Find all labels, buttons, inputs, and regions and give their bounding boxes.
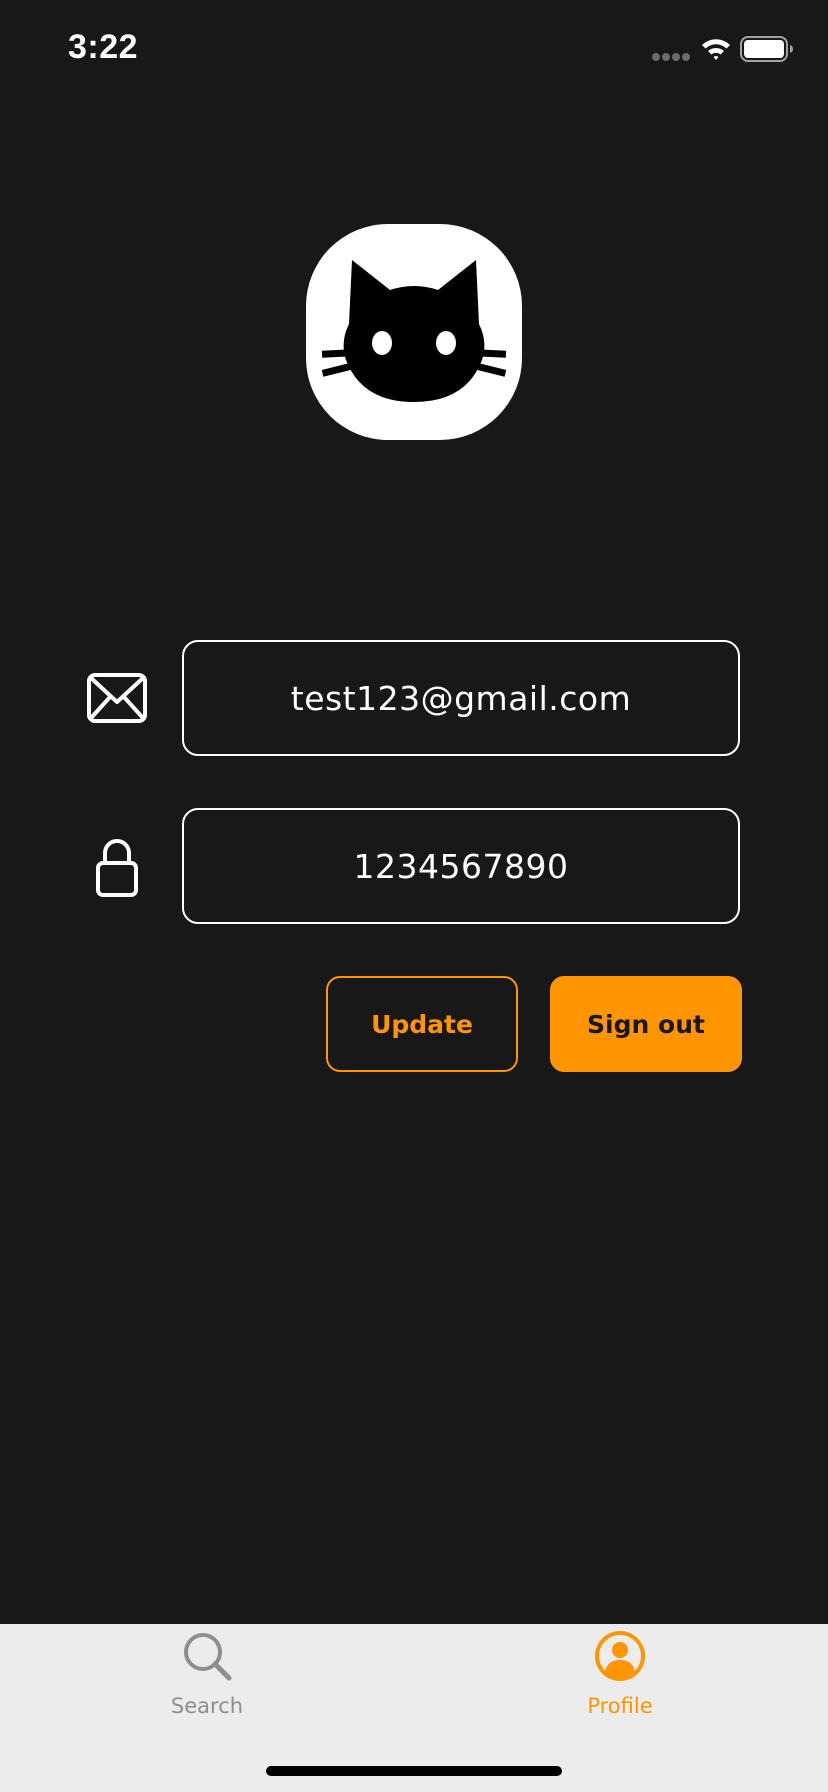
tab-search-label: Search <box>170 1694 244 1718</box>
password-field[interactable]: 1234567890 <box>182 808 740 924</box>
cellular-signal-icon <box>652 53 692 61</box>
magnifier-icon <box>184 1633 232 1681</box>
tab-profile[interactable]: Profile <box>520 1624 720 1734</box>
sign-out-button[interactable]: Sign out <box>550 976 742 1072</box>
envelope-icon <box>87 673 147 723</box>
battery-icon <box>740 36 793 62</box>
profile-screen: 3:22 test123@gmail.com 1234567890 Update… <box>0 0 828 1792</box>
home-indicator[interactable] <box>266 1766 562 1776</box>
status-bar: 3:22 <box>0 0 828 100</box>
update-button[interactable]: Update <box>326 976 518 1072</box>
tab-search[interactable]: Search <box>107 1624 307 1734</box>
person-circle-icon <box>595 1631 645 1681</box>
lock-icon <box>96 839 138 897</box>
status-time: 3:22 <box>68 28 139 66</box>
wifi-icon <box>702 39 730 60</box>
tab-profile-label: Profile <box>587 1694 653 1718</box>
email-field[interactable]: test123@gmail.com <box>182 640 740 756</box>
app-logo <box>306 224 522 440</box>
cat-icon <box>321 260 507 402</box>
